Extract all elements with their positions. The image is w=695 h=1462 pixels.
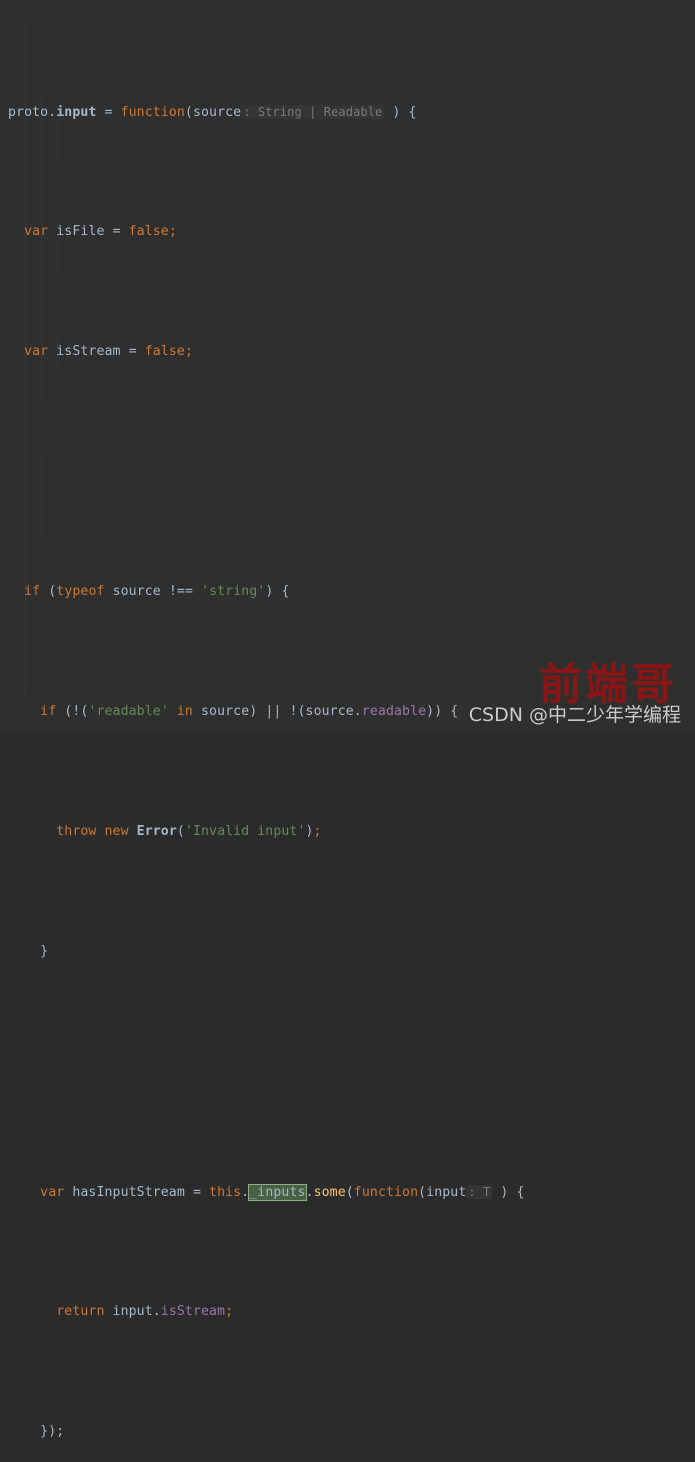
token-keyword-new: new: [96, 824, 137, 839]
watermark-logo: 前端哥: [539, 660, 677, 710]
token-equals: =: [192, 1185, 210, 1200]
token-identifier: source: [104, 584, 169, 599]
code-line-11[interactable]: return input.isStream;: [0, 1300, 695, 1324]
code-line-2[interactable]: var isFile = false;: [0, 220, 695, 244]
token-method-some: some: [313, 1185, 346, 1200]
token-paren-open: (!(: [56, 704, 89, 719]
watermark-credit: CSDN @中二少年学编程: [468, 704, 681, 726]
token-keyword-var: var: [40, 1185, 65, 1200]
token-equals: =: [128, 344, 145, 359]
token-semicolon: ;: [168, 224, 177, 239]
code-line-5[interactable]: if (typeof source !== 'string') {: [0, 580, 695, 604]
token-keyword-var: var: [24, 224, 49, 239]
token-property-readable: readable: [361, 704, 427, 719]
token-equals: =: [96, 105, 121, 120]
code-line-3[interactable]: var isStream = false;: [0, 340, 695, 364]
token-paren-close: ): [305, 824, 314, 839]
token-identifier: isFile: [48, 224, 113, 239]
token-property-isstream: isStream: [160, 1304, 226, 1319]
token-negation: !(source.: [281, 704, 362, 719]
token-param-input: input: [426, 1185, 467, 1200]
token-keyword-var: var: [24, 344, 49, 359]
token-keyword-function: function: [353, 1185, 419, 1200]
token-class-error: Error: [136, 824, 177, 839]
token-brace-open: {: [281, 584, 290, 599]
token-operator: !==: [168, 584, 202, 599]
token-boolean-false: false: [128, 224, 169, 239]
token-paren-open: (: [184, 105, 193, 120]
code-line-7[interactable]: throw new Error('Invalid input');: [0, 820, 695, 844]
highlighted-token-inputs[interactable]: _inputs: [248, 1184, 307, 1201]
token-semicolon: ;: [225, 1304, 234, 1319]
token-string: 'readable': [88, 704, 169, 719]
token-semicolon: ;: [313, 824, 322, 839]
token-keyword-function: function: [120, 105, 185, 120]
token-paren-close: ): [492, 1185, 517, 1200]
token-operator-or: ||: [265, 704, 282, 719]
token-param-source: source: [192, 105, 242, 120]
token-keyword-if: if: [40, 704, 57, 719]
code-line-9-blank[interactable]: [0, 1060, 695, 1084]
token-brace-open: {: [516, 1185, 525, 1200]
token-keyword-this: this: [209, 1185, 242, 1200]
token-equals: =: [112, 224, 129, 239]
token-semicolon: ;: [184, 344, 193, 359]
code-line-1[interactable]: proto.input = function(source: String | …: [0, 100, 695, 124]
token-identifier: hasInputStream: [64, 1185, 193, 1200]
token-paren-open: (: [418, 1185, 427, 1200]
inlay-hint-type[interactable]: : String | Readable: [241, 105, 385, 119]
token-object: proto: [8, 105, 49, 120]
token-paren-open: (: [40, 584, 57, 599]
token-string: 'Invalid input': [184, 824, 306, 839]
token-paren-close: ): [265, 584, 282, 599]
token-member: input: [56, 105, 97, 120]
code-content[interactable]: proto.input = function(source: String | …: [0, 4, 695, 1462]
token-keyword-if: if: [24, 584, 41, 599]
code-line-12[interactable]: });: [0, 1420, 695, 1444]
token-keyword-return: return: [56, 1304, 105, 1319]
code-line-4-blank[interactable]: [0, 460, 695, 484]
token-paren-close: )): [426, 704, 451, 719]
inlay-hint-type[interactable]: : T: [466, 1185, 493, 1199]
token-brace-open: {: [450, 704, 459, 719]
token-close-call: });: [40, 1424, 65, 1439]
token-keyword-in: in: [168, 704, 193, 719]
token-boolean-false: false: [144, 344, 185, 359]
token-string: 'string': [201, 584, 266, 599]
code-editor[interactable]: proto.input = function(source: String | …: [0, 0, 695, 1439]
token-paren-open: (: [345, 1185, 354, 1200]
token-identifier: input.: [104, 1304, 161, 1319]
code-line-10[interactable]: var hasInputStream = this._inputs.some(f…: [0, 1180, 695, 1204]
token-paren-close: ): [384, 105, 409, 120]
token-brace-close: }: [40, 944, 49, 959]
token-keyword-throw: throw: [56, 824, 97, 839]
token-identifier: isStream: [48, 344, 129, 359]
token-dot: .: [305, 1185, 314, 1200]
token-paren-open: (: [176, 824, 185, 839]
token-keyword-typeof: typeof: [56, 584, 105, 599]
token-identifier: source): [192, 704, 266, 719]
code-line-8[interactable]: }: [0, 940, 695, 964]
token-brace-open: {: [408, 105, 417, 120]
